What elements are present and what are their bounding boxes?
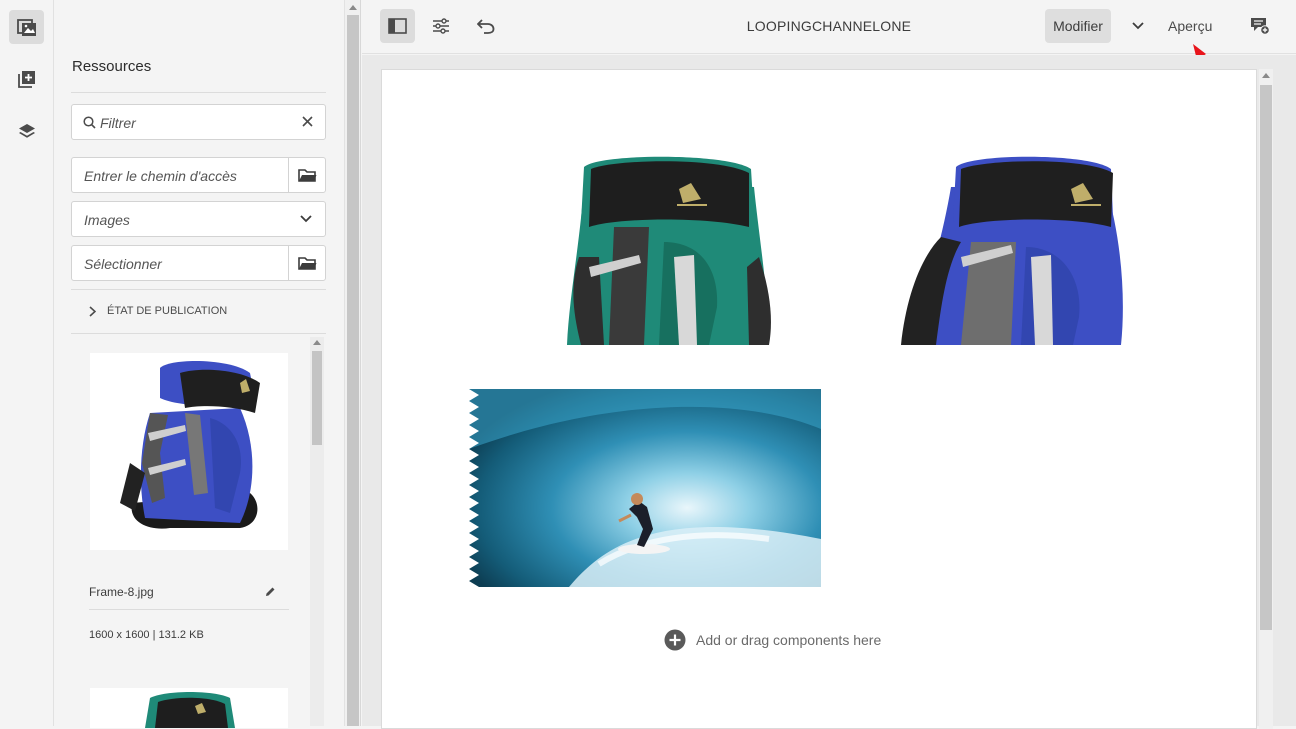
browse-path-button[interactable] [289,158,325,192]
chevron-down-icon [300,215,312,223]
side-rail [0,0,54,726]
backpack-green-image [145,692,235,728]
type-select-value: Images [84,212,130,228]
asset-name: Frame-8.jpg [89,585,154,599]
side-panel-icon [388,18,407,34]
backpack-green-image [567,156,771,345]
edit-mode-button[interactable]: Modifier [1045,9,1111,43]
layers-tab[interactable] [9,115,44,149]
annotations-button[interactable] [1242,9,1277,43]
publication-status-toggle[interactable]: ÉTAT DE PUBLICATION [107,305,227,317]
asset-meta: 1600 x 1600 | 131.2 KB [89,629,204,641]
add-component-label: Add or drag components here [696,632,882,648]
path-field[interactable]: Entrer le chemin d'accès [71,157,326,193]
image-component-green-backpack[interactable] [469,147,821,345]
asset-thumbnail[interactable] [90,353,288,550]
undo-icon [476,18,494,34]
filter-input[interactable]: Filtrer [71,104,326,140]
surfer-wave-image [469,389,821,587]
undo-button[interactable] [468,9,503,43]
add-component-placeholder[interactable]: Add or drag components here [664,629,881,651]
image-component-blue-backpack[interactable] [821,147,1167,345]
components-tab[interactable] [9,62,44,96]
layers-icon [18,124,35,138]
channel-page: Add or drag components here [381,69,1257,729]
mode-dropdown-button[interactable] [1120,9,1155,43]
preview-button[interactable]: Aperçu [1168,18,1212,34]
asset-thumbnail[interactable] [90,688,288,728]
annotate-icon [1250,18,1270,35]
chevron-down-icon [1131,22,1144,30]
filter-placeholder: Filtrer [100,115,136,131]
clear-icon[interactable] [302,116,313,127]
scroll-up-icon[interactable] [313,340,321,345]
assets-panel: Ressources Filtrer Entrer le chemin d'ac… [54,0,344,728]
panel-title: Ressources [72,58,152,75]
folder-icon [297,168,316,182]
select-field[interactable]: Sélectionner [71,245,326,281]
editor-toolbar: LOOPINGCHANNELONE Modifier Aperçu [362,0,1296,54]
page-canvas: Add or drag components here [362,55,1296,729]
folder-icon [297,256,316,270]
page-properties-button[interactable] [423,9,458,43]
chevron-right-icon[interactable] [89,306,96,317]
toggle-side-panel-button[interactable] [380,9,415,43]
image-component-surfer[interactable] [469,389,821,587]
panel-scrollbar[interactable] [344,0,361,726]
components-icon [17,71,35,88]
divider [71,289,326,290]
divider [71,333,326,334]
backpack-blue-image [120,361,260,529]
scroll-up-icon[interactable] [1262,73,1270,78]
scrollbar-thumb[interactable] [347,15,359,726]
edit-icon[interactable] [265,586,276,597]
divider [89,609,289,610]
divider [71,92,326,93]
search-icon [83,116,96,129]
backpack-blue-image [901,156,1123,345]
assets-tab[interactable] [9,10,44,44]
sliders-icon [432,18,449,34]
assets-icon [16,19,36,36]
browse-select-button[interactable] [289,246,325,280]
path-placeholder: Entrer le chemin d'accès [84,168,237,184]
scrollbar-thumb[interactable] [1260,85,1272,630]
scroll-up-icon[interactable] [349,5,357,10]
type-select[interactable]: Images [71,201,326,237]
add-circle-icon [664,629,686,651]
select-placeholder: Sélectionner [84,256,162,272]
asset-list-scrollbar[interactable] [310,337,324,726]
canvas-scrollbar[interactable] [1259,69,1273,729]
scrollbar-thumb[interactable] [312,351,322,445]
